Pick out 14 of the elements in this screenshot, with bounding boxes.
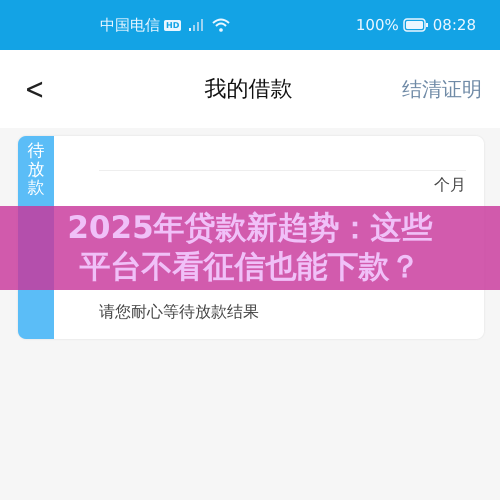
waiting-message: 请您耐心等待放款结果 (99, 302, 260, 323)
page-title: 我的借款 (204, 76, 293, 104)
headline-text: 平台不看征信也能下款？ (80, 248, 420, 287)
battery-icon (402, 18, 429, 32)
term-text: 个月 (434, 175, 466, 196)
hd-badge: HD (164, 20, 182, 30)
settlement-proof-link[interactable]: 结清证明 (402, 76, 482, 102)
headline-text: 2025年贷款新趋势：这些 (67, 209, 433, 248)
battery-percent: 100% (356, 16, 399, 34)
wifi-icon (211, 18, 232, 32)
carrier-name: 中国电信 (100, 16, 160, 34)
clock-time: 08:28 (432, 16, 476, 34)
back-button[interactable]: < (18, 72, 52, 106)
status-label: 待放款 (28, 142, 44, 198)
